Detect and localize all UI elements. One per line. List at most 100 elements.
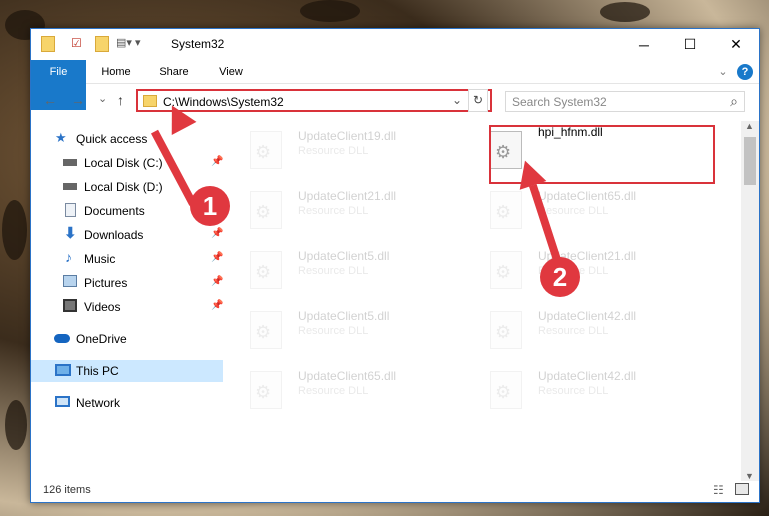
dll-file-icon xyxy=(490,251,522,289)
file-type: Resource DLL xyxy=(298,385,369,397)
file-item[interactable]: UpdateClient65.dll Resource DLL xyxy=(236,361,466,411)
sidebar-item-network[interactable]: Network xyxy=(31,392,223,414)
downloads-icon: ⬇ xyxy=(64,225,77,242)
background-spot xyxy=(5,400,27,450)
file-item[interactable]: UpdateClient42.dll Resource DLL xyxy=(476,361,706,411)
sidebar-item-downloads[interactable]: ⬇ Downloads 📌 xyxy=(31,224,223,246)
star-icon: ★ xyxy=(55,130,67,145)
dll-file-icon xyxy=(250,191,282,229)
back-button[interactable]: ← xyxy=(43,92,57,108)
file-item[interactable]: UpdateClient5.dll Resource DLL xyxy=(236,301,466,351)
folder-icon[interactable] xyxy=(41,36,55,52)
search-icon[interactable]: ⌕ xyxy=(730,93,738,110)
file-name: UpdateClient65.dll xyxy=(538,189,637,203)
properties-icon[interactable]: ☑ xyxy=(71,36,85,52)
tab-share[interactable]: Share xyxy=(151,60,197,84)
ribbon-collapse-icon[interactable]: ⌄ xyxy=(715,60,731,84)
dll-file-icon xyxy=(490,191,522,229)
dll-file-icon xyxy=(250,131,282,169)
file-type: Resource DLL xyxy=(298,325,369,337)
customize-toolbar-icon[interactable]: ▤▾ ▾ xyxy=(116,36,146,52)
sidebar-item-local-disk-c[interactable]: Local Disk (C:) 📌 xyxy=(31,152,223,174)
file-name: UpdateClient21.dll xyxy=(298,189,397,203)
network-icon xyxy=(55,396,70,407)
details-view-icon[interactable]: ☷ xyxy=(713,483,724,497)
music-icon: ♪ xyxy=(65,249,72,265)
search-input[interactable]: Search System32 ⌕ xyxy=(505,91,745,112)
sidebar-item-label: Music xyxy=(84,252,116,266)
sidebar-item-label: Pictures xyxy=(84,276,128,290)
documents-icon xyxy=(65,203,76,217)
sidebar-item-label: Local Disk (D:) xyxy=(84,180,163,194)
window-title: System32 xyxy=(171,37,225,51)
search-placeholder: Search System32 xyxy=(512,95,607,109)
dll-file-icon xyxy=(250,251,282,289)
sidebar-item-quick-access[interactable]: ★ Quick access xyxy=(31,128,223,150)
file-item[interactable]: UpdateClient65.dll Resource DLL xyxy=(476,181,706,231)
sidebar-item-videos[interactable]: Videos 📌 xyxy=(31,296,223,318)
file-name: UpdateClient19.dll xyxy=(298,129,397,143)
sidebar-item-label: OneDrive xyxy=(76,332,127,346)
navigation-bar: ← → ⌄ ↑ C:\Windows\System32 ⌄ ↻ Search S… xyxy=(31,84,759,118)
maximize-button[interactable]: ☐ xyxy=(667,29,713,60)
videos-icon xyxy=(63,299,77,312)
sidebar-item-label: Local Disk (C:) xyxy=(84,156,163,170)
background-spot xyxy=(300,0,360,22)
help-icon[interactable]: ? xyxy=(737,64,753,80)
folder-icon xyxy=(143,95,157,107)
pin-icon: 📌 xyxy=(211,276,224,287)
file-item[interactable]: UpdateClient21.dll Resource DLL xyxy=(476,241,706,291)
onedrive-icon xyxy=(54,334,70,343)
background-spot xyxy=(600,2,650,22)
minimize-button[interactable]: ─ xyxy=(621,29,667,60)
file-item[interactable]: UpdateClient42.dll Resource DLL xyxy=(476,301,706,351)
scroll-up-icon[interactable]: ▲ xyxy=(745,121,754,131)
file-name: UpdateClient65.dll xyxy=(298,369,397,383)
new-folder-icon[interactable] xyxy=(95,36,109,52)
navigation-pane: ★ Quick access Local Disk (C:) 📌 Local D… xyxy=(31,124,226,479)
address-dropdown-icon[interactable]: ⌄ xyxy=(452,93,462,107)
file-type: Resource DLL xyxy=(538,205,609,217)
file-name: UpdateClient42.dll xyxy=(538,309,637,323)
tab-home[interactable]: Home xyxy=(93,60,139,84)
pin-icon: 📌 xyxy=(211,300,224,311)
file-item[interactable]: UpdateClient21.dll Resource DLL xyxy=(236,181,466,231)
pin-icon: 📌 xyxy=(211,228,224,239)
sidebar-item-label: Videos xyxy=(84,300,121,314)
file-item[interactable]: UpdateClient19.dll Resource DLL xyxy=(236,121,466,171)
sidebar-item-pictures[interactable]: Pictures 📌 xyxy=(31,272,223,294)
status-bar: 126 items ☷ xyxy=(31,478,759,502)
sidebar-item-label: Network xyxy=(76,396,121,410)
background-spot xyxy=(2,200,27,260)
file-name: UpdateClient5.dll xyxy=(298,249,390,263)
drive-icon xyxy=(63,159,77,166)
file-name: UpdateClient42.dll xyxy=(538,369,637,383)
step-marker-one: 1 xyxy=(190,186,230,226)
scrollbar-thumb[interactable] xyxy=(744,137,756,185)
sidebar-item-label: Quick access xyxy=(76,132,148,146)
file-type: Resource DLL xyxy=(298,205,369,217)
file-type: Resource DLL xyxy=(298,265,369,277)
pc-icon xyxy=(55,364,71,376)
drive-icon xyxy=(63,183,77,190)
file-list: UpdateClient19.dll Resource DLL UpdateCl… xyxy=(236,121,741,481)
vertical-scrollbar[interactable]: ▲ ▼ xyxy=(741,121,759,481)
dll-file-icon xyxy=(250,371,282,409)
sidebar-item-label: Documents xyxy=(84,204,145,218)
up-button[interactable]: ↑ xyxy=(117,92,124,108)
tab-view[interactable]: View xyxy=(209,60,253,84)
dll-file-icon xyxy=(490,371,522,409)
sidebar-item-music[interactable]: ♪ Music 📌 xyxy=(31,248,223,270)
sidebar-item-onedrive[interactable]: OneDrive xyxy=(31,328,223,350)
dll-file-icon xyxy=(490,311,522,349)
file-item[interactable]: UpdateClient5.dll Resource DLL xyxy=(236,241,466,291)
forward-button[interactable]: → xyxy=(71,92,85,108)
explorer-window: ☑ ▤▾ ▾ System32 ─ ☐ ✕ File Home Share Vi… xyxy=(30,28,760,503)
sidebar-item-this-pc[interactable]: This PC xyxy=(31,360,223,382)
close-button[interactable]: ✕ xyxy=(713,29,759,60)
recent-locations-button[interactable]: ⌄ xyxy=(98,92,107,105)
file-name: UpdateClient5.dll xyxy=(298,309,390,323)
large-icons-view-icon[interactable] xyxy=(735,483,749,495)
refresh-button[interactable]: ↻ xyxy=(468,89,488,112)
ribbon: File Home Share View ⌄ ? xyxy=(31,60,759,110)
